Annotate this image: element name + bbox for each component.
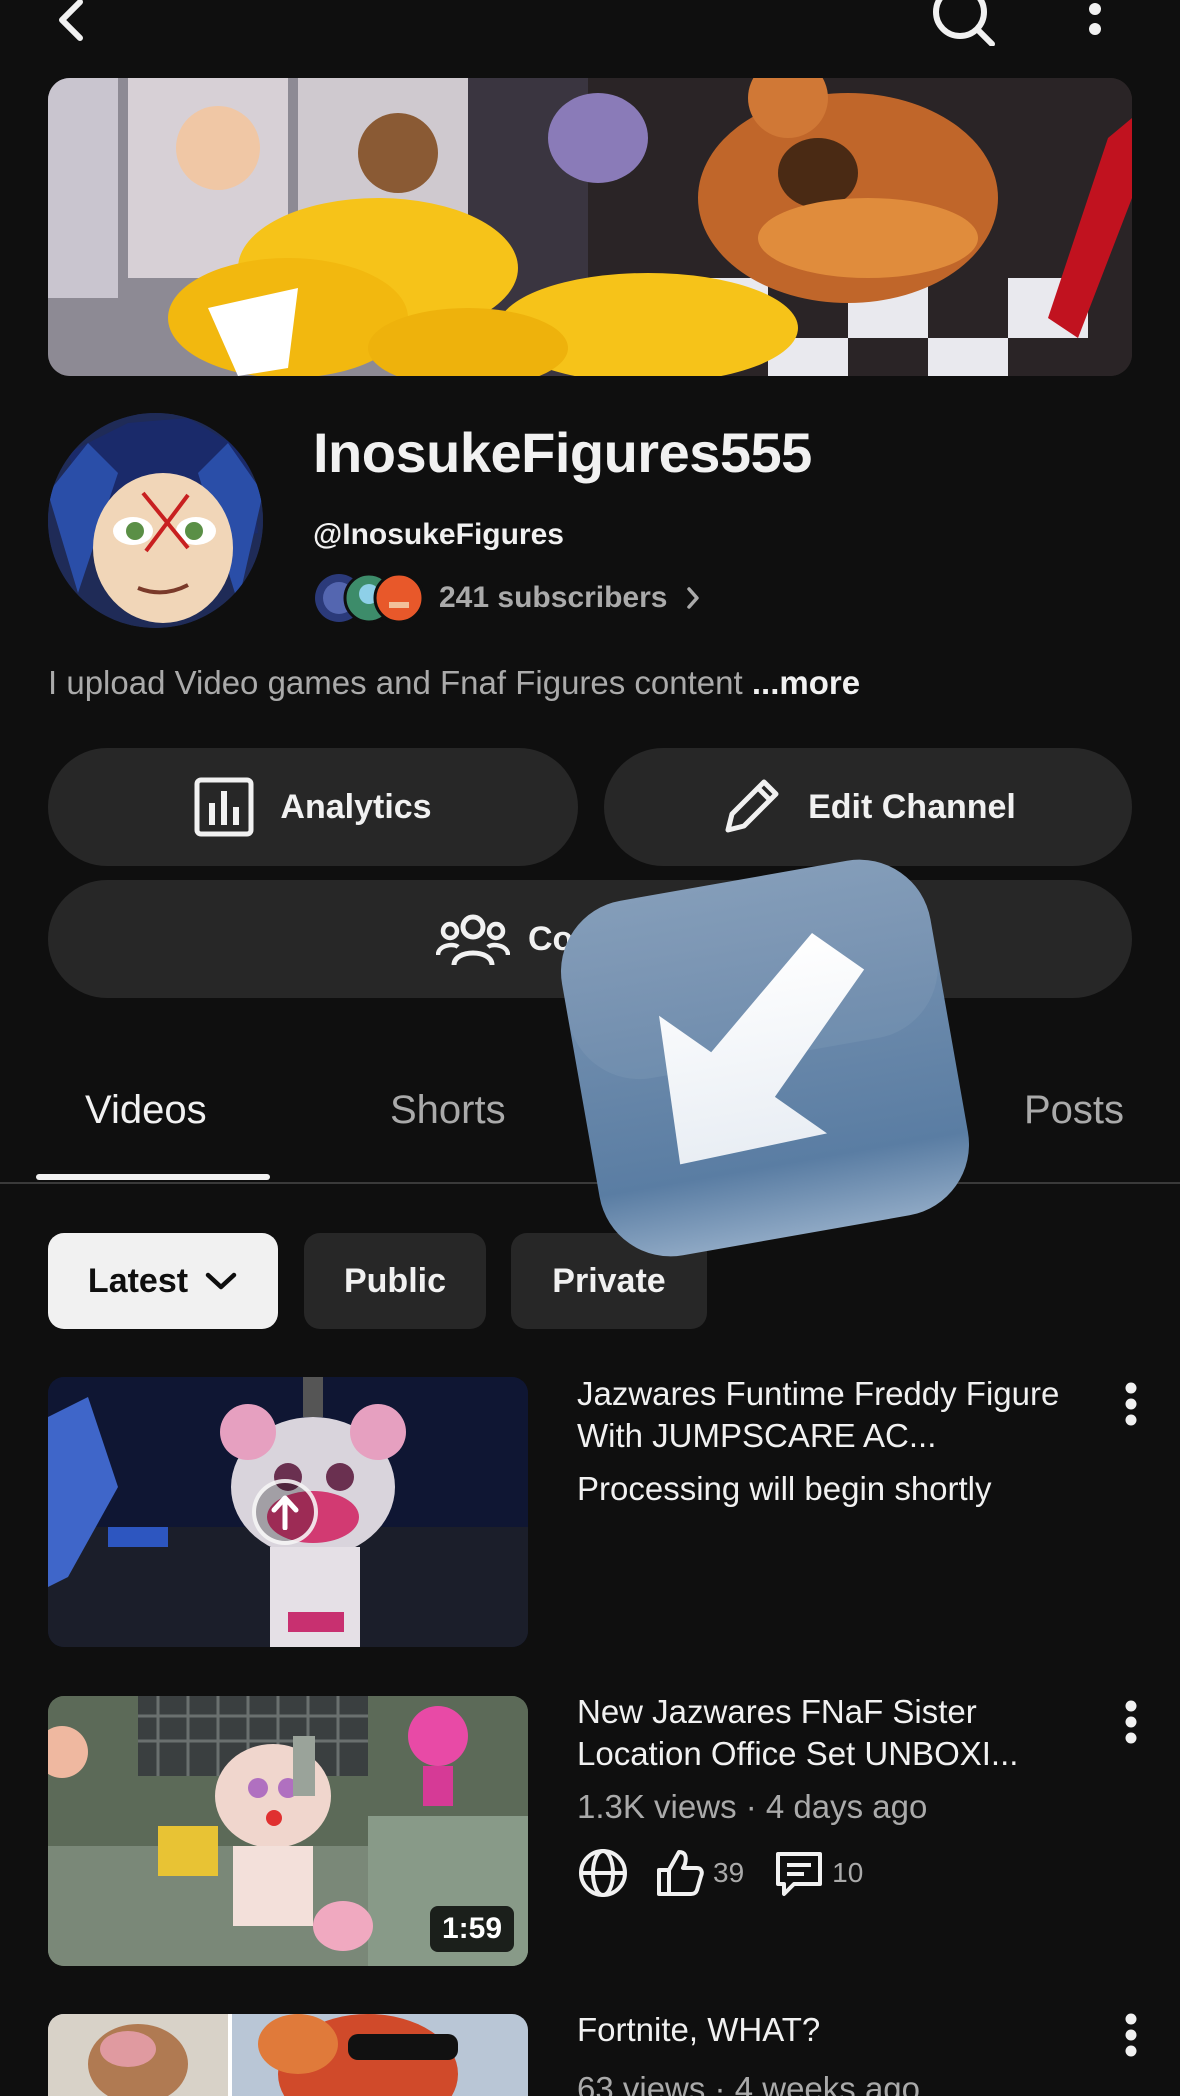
- description-text: I upload Video games and Fnaf Figures co…: [48, 664, 743, 701]
- video-meta: 63 views · 4 weeks ago: [577, 2070, 921, 2096]
- back-arrow-icon: [59, 0, 83, 41]
- video-title[interactable]: New Jazwares FNaF Sister Location Office…: [577, 1691, 1097, 1775]
- more-vert-icon: [1125, 2013, 1137, 2057]
- selected-tab-indicator: [36, 1174, 270, 1180]
- search-button[interactable]: [926, 0, 1000, 46]
- more-vert-icon: [1125, 1382, 1137, 1426]
- comment-count: 10: [832, 1857, 864, 1888]
- channel-handle: @InosukeFigures: [313, 518, 564, 551]
- video-thumbnail[interactable]: [48, 2014, 528, 2096]
- tab-posts[interactable]: Posts: [1024, 1088, 1124, 1133]
- sort-label: Latest: [87, 1261, 189, 1300]
- channel-banner: [48, 78, 1132, 376]
- sort-dropdown[interactable]: Latest: [48, 1233, 278, 1329]
- tab-shorts[interactable]: Shorts: [390, 1088, 506, 1133]
- edit-channel-label: Edit Channel: [808, 787, 1016, 826]
- video-menu-button[interactable]: [1116, 2010, 1146, 2060]
- more-vert-icon: [1125, 1700, 1137, 1744]
- video-title[interactable]: Jazwares Funtime Freddy Figure With JUMP…: [577, 1373, 1097, 1457]
- video-menu-button[interactable]: [1116, 1374, 1146, 1434]
- public-label: Public: [343, 1261, 447, 1300]
- pencil-icon: [725, 779, 779, 833]
- subscriber-avatars: [313, 572, 425, 624]
- video-meta: 1.3K views · 4 days ago: [577, 1788, 928, 1825]
- channel-name: InosukeFigures555: [313, 421, 812, 484]
- chevron-down-icon: [205, 1272, 237, 1290]
- channel-avatar[interactable]: [48, 413, 263, 628]
- video-menu-button[interactable]: [1116, 1692, 1146, 1752]
- analytics-button[interactable]: Analytics: [48, 748, 578, 866]
- video-title[interactable]: Fortnite, WHAT?: [577, 2009, 1097, 2051]
- arrow-down-left-icon: [548, 848, 982, 1268]
- more-options-button[interactable]: [1080, 0, 1110, 40]
- subscriber-count: 241 subscribers: [439, 581, 668, 614]
- subscribers-row[interactable]: 241 subscribers: [313, 572, 705, 624]
- globe-icon: [579, 1849, 627, 1897]
- video-status: Processing will begin shortly: [577, 1470, 992, 1507]
- video-thumbnail[interactable]: [48, 1377, 528, 1647]
- tab-videos[interactable]: Videos: [85, 1088, 207, 1133]
- more-link[interactable]: ...more: [752, 664, 860, 701]
- video-thumbnail[interactable]: 1:59: [48, 1696, 528, 1966]
- channel-description[interactable]: I upload Video games and Fnaf Figures co…: [48, 664, 860, 702]
- thumbs-up-icon: [657, 1850, 704, 1896]
- back-button[interactable]: [40, 0, 100, 44]
- video-stats: 39 10: [577, 1845, 883, 1901]
- upload-arrow-icon: [271, 1495, 299, 1530]
- chevron-right-icon: [687, 587, 700, 609]
- analytics-label: Analytics: [280, 787, 432, 826]
- bar-chart-icon: [194, 777, 254, 837]
- more-vert-icon: [1089, 3, 1101, 35]
- chip-public[interactable]: Public: [304, 1233, 486, 1329]
- search-icon: [933, 0, 995, 46]
- video-duration: 1:59: [429, 1906, 514, 1952]
- people-icon: [436, 914, 510, 966]
- like-count: 39: [713, 1857, 745, 1888]
- upload-overlay: [252, 1479, 318, 1545]
- comment-icon: [776, 1852, 823, 1896]
